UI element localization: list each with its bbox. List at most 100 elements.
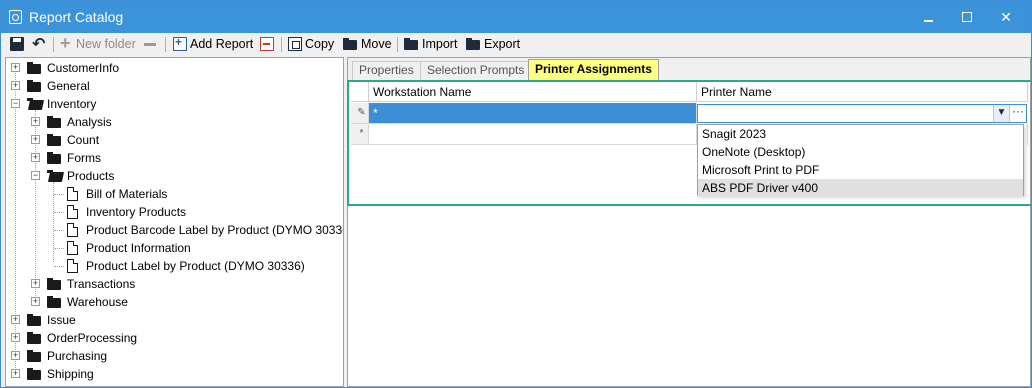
folder-icon: [27, 314, 42, 326]
tree-item-transactions[interactable]: + Transactions: [6, 275, 343, 293]
delete-report-button[interactable]: [260, 36, 277, 52]
import-icon: [404, 37, 419, 51]
tree-item-label: Product Information: [86, 241, 191, 255]
report-tree: + CustomerInfo + General − Inventory + A…: [5, 57, 344, 387]
copy-button[interactable]: Copy: [288, 36, 334, 52]
copy-icon: [288, 37, 302, 51]
tree-item-report[interactable]: Inventory Products: [6, 203, 343, 221]
folder-icon: [27, 80, 42, 92]
tree-item-issue[interactable]: + Issue: [6, 311, 343, 329]
expand-icon[interactable]: +: [11, 369, 20, 378]
tree-item-label: Purchasing: [47, 349, 108, 363]
tree-item-report[interactable]: Product Barcode Label by Product (DYMO 3…: [6, 221, 343, 239]
tree-guide: [54, 212, 64, 213]
move-button[interactable]: Move: [343, 36, 392, 52]
expand-icon[interactable]: +: [31, 279, 40, 288]
toolbar-divider: [53, 37, 54, 52]
folder-icon: [47, 278, 62, 290]
tree-item-inventory[interactable]: − Inventory: [6, 95, 343, 113]
minimize-button[interactable]: [907, 1, 949, 33]
tree-item-label: Inventory: [47, 97, 97, 111]
tree-item-label: Transactions: [67, 277, 136, 291]
folder-icon: [27, 350, 42, 362]
tree-item-purchasing[interactable]: + Purchasing: [6, 347, 343, 365]
expand-icon[interactable]: +: [31, 153, 40, 162]
tree-item-products[interactable]: − Products: [6, 167, 343, 185]
tree-item-label: Analysis: [67, 115, 112, 129]
tree-item-count[interactable]: + Count: [6, 131, 343, 149]
expand-icon[interactable]: +: [31, 117, 40, 126]
tab-properties[interactable]: Properties: [352, 61, 421, 80]
expand-icon[interactable]: +: [11, 63, 20, 72]
delete-folder-button[interactable]: [144, 36, 159, 52]
expand-icon[interactable]: +: [11, 81, 20, 90]
app-icon: [9, 10, 22, 24]
tree-item-label: Forms: [67, 151, 101, 165]
move-label: Move: [361, 37, 392, 51]
folder-icon: [27, 368, 42, 380]
toolbar-divider: [165, 37, 166, 52]
tree-item-label: Shipping: [47, 367, 94, 381]
copy-label: Copy: [305, 37, 335, 51]
import-button[interactable]: Import: [404, 36, 457, 52]
tree-item-label: General: [47, 79, 90, 93]
maximize-button[interactable]: [946, 1, 988, 33]
folder-icon: [47, 296, 62, 308]
close-button[interactable]: ✕: [985, 1, 1027, 33]
tree-item-label: OrderProcessing: [47, 331, 138, 345]
tree-item-label: Count: [67, 133, 100, 147]
tree-item-analysis[interactable]: + Analysis: [6, 113, 343, 131]
folder-icon: [47, 152, 62, 164]
tree-item-shipping[interactable]: + Shipping: [6, 365, 343, 383]
report-icon: [67, 205, 78, 219]
export-label: Export: [484, 37, 521, 51]
report-catalog-window: Report Catalog ✕ New folder Add Report: [0, 0, 1032, 388]
tree-item-report[interactable]: Product Information: [6, 239, 343, 257]
tree-item-warehouse[interactable]: + Warehouse: [6, 293, 343, 311]
minus-icon: [144, 37, 156, 51]
tree-item-forms[interactable]: + Forms: [6, 149, 343, 167]
export-button[interactable]: Export: [466, 36, 520, 52]
add-report-icon: [173, 35, 187, 51]
tree-item-report[interactable]: Product Label by Product (DYMO 30336): [6, 257, 343, 275]
report-icon: [67, 223, 78, 237]
tree-item-orderprocessing[interactable]: + OrderProcessing: [6, 329, 343, 347]
expand-icon[interactable]: +: [31, 297, 40, 306]
tree-item-customerinfo[interactable]: + CustomerInfo: [6, 59, 343, 77]
save-button[interactable]: [10, 36, 27, 52]
folder-icon: [27, 62, 42, 74]
tree-item-label: CustomerInfo: [47, 61, 120, 75]
undo-button[interactable]: [32, 34, 49, 54]
collapse-icon[interactable]: −: [31, 171, 40, 180]
delete-report-icon: [260, 37, 274, 51]
expand-icon[interactable]: +: [11, 315, 20, 324]
folder-icon: [47, 116, 62, 128]
expand-icon[interactable]: +: [11, 351, 20, 360]
title-bar: Report Catalog ✕: [1, 1, 1031, 33]
tree-item-label: Products: [67, 169, 115, 183]
collapse-icon[interactable]: −: [11, 99, 20, 108]
expand-icon[interactable]: +: [31, 135, 40, 144]
tree-guide: [54, 194, 64, 195]
tree-guide: [54, 230, 64, 231]
grid-highlight-frame: [347, 80, 1032, 206]
add-report-button[interactable]: Add Report: [173, 35, 253, 52]
tree-item-label: Product Barcode Label by Product (DYMO 3…: [86, 223, 344, 237]
move-folder-icon: [343, 37, 358, 51]
tree-item-general[interactable]: + General: [6, 77, 343, 95]
tab-printer-assignments[interactable]: Printer Assignments: [528, 59, 659, 80]
import-label: Import: [422, 37, 458, 51]
export-icon: [466, 37, 481, 51]
minimize-icon: [924, 20, 933, 22]
folder-open-icon: [27, 98, 42, 110]
tree-item-label: Warehouse: [67, 295, 128, 309]
tree-item-report[interactable]: Bill of Materials: [6, 185, 343, 203]
tree-guide: [54, 266, 64, 267]
toolbar: New folder Add Report Copy Move Import: [1, 33, 1031, 55]
new-folder-button[interactable]: New folder: [59, 33, 136, 54]
tree-item-label: Issue: [47, 313, 76, 327]
maximize-icon: [962, 12, 972, 22]
tab-selection-prompts[interactable]: Selection Prompts: [420, 61, 532, 80]
expand-icon[interactable]: +: [11, 333, 20, 342]
plus-icon: [59, 33, 73, 54]
